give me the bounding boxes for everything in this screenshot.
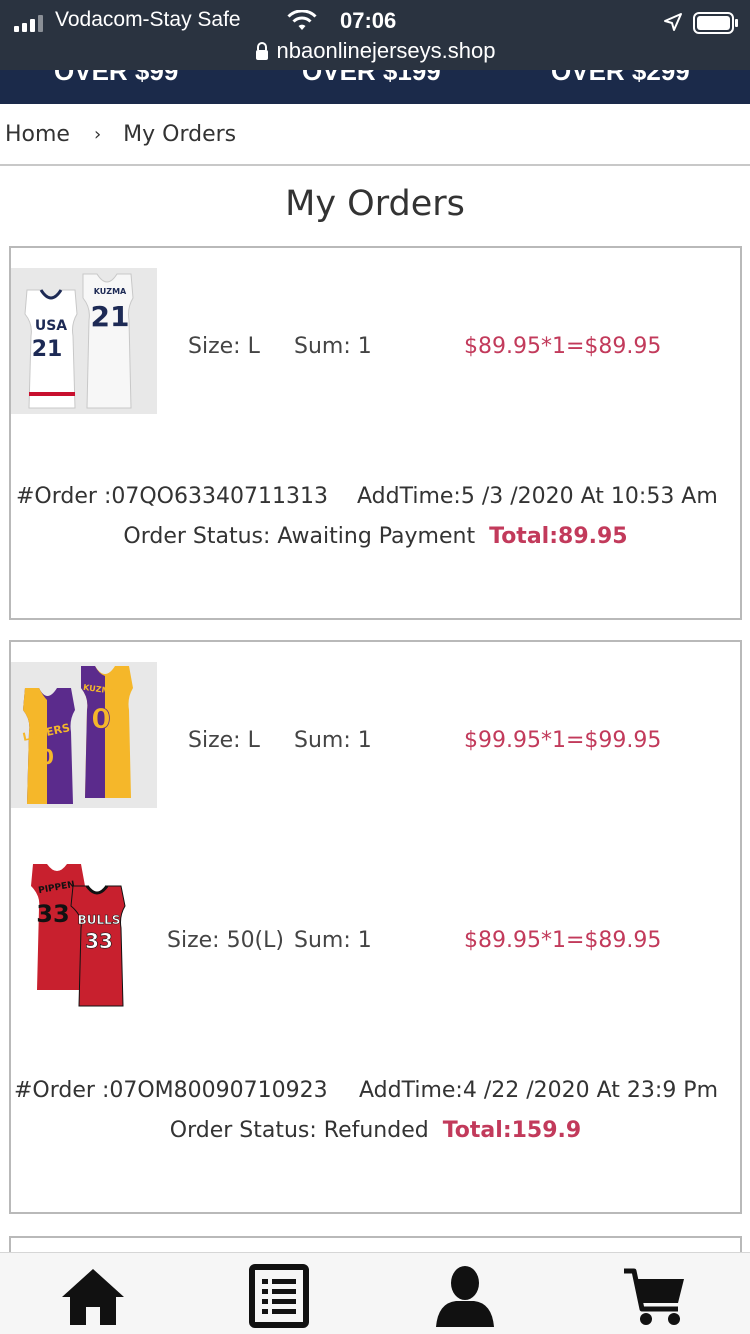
svg-text:21: 21 [32, 337, 63, 362]
item-size: Size: L [188, 334, 260, 359]
breadcrumb-separator: › [93, 123, 102, 145]
svg-text:KUZMA: KUZMA [94, 287, 127, 296]
page-title: My Orders [285, 184, 465, 224]
orders-list-icon[interactable] [244, 1263, 314, 1329]
breadcrumb-current: My Orders [123, 121, 237, 147]
item-quantity: Sum: 1 [294, 334, 372, 359]
order-item: KUZMA 21 USA 21 Size: L Sum: 1 $89.95*1=… [11, 268, 740, 416]
product-image-bulls-jersey[interactable]: PIPPEN 33 BULLS 33 [11, 862, 157, 1008]
promo-item: OVER $299 [551, 70, 690, 86]
url-text: nbaonlinejerseys.shop [276, 38, 496, 63]
svg-text:USA: USA [35, 318, 67, 334]
order-number: #Order :07OM80090710923 [14, 1078, 328, 1103]
order-card: KUZMA 0 LAKERS 0 Size: L Sum: 1 $99.95*1… [9, 640, 742, 1214]
product-image-lakers-jersey[interactable]: KUZMA 0 LAKERS 0 [11, 662, 157, 808]
breadcrumb-home-link[interactable]: Home [5, 122, 70, 147]
order-status-line: Order Status: Awaiting Payment Total:89.9… [11, 524, 740, 549]
order-status: Order Status: Refunded [169, 1118, 429, 1143]
svg-text:BULLS: BULLS [78, 913, 121, 927]
location-arrow-icon [664, 13, 682, 31]
item-size: Size: 50(L) [167, 928, 284, 953]
account-icon[interactable] [430, 1263, 500, 1329]
order-status: Order Status: Awaiting Payment [123, 524, 476, 549]
item-quantity: Sum: 1 [294, 928, 372, 953]
svg-text:33: 33 [85, 929, 113, 953]
svg-text:0: 0 [91, 702, 110, 735]
clock: 07:06 [340, 8, 397, 33]
lock-icon [255, 42, 268, 60]
item-size: Size: L [188, 728, 260, 753]
cellular-signal-icon [14, 14, 43, 32]
item-price: $89.95*1=$89.95 [464, 928, 662, 953]
carrier-name: Vodacom-Stay Safe [55, 8, 241, 31]
breadcrumb: Home › My Orders [0, 104, 750, 166]
promo-item: OVER $99 [54, 70, 179, 86]
order-add-time: AddTime:5 /3 /2020 At 10:53 Am [357, 484, 718, 509]
order-item: KUZMA 0 LAKERS 0 Size: L Sum: 1 $99.95*1… [11, 662, 740, 810]
svg-text:33: 33 [36, 900, 69, 928]
browser-status-bar: Vodacom-Stay Safe 07:06 nbaonlinejerseys… [0, 0, 750, 104]
cart-icon[interactable] [620, 1263, 690, 1329]
order-add-time: AddTime:4 /22 /2020 At 23:9 Pm [359, 1078, 719, 1103]
order-total: Total:159.9 [442, 1118, 582, 1143]
address-bar[interactable]: nbaonlinejerseys.shop [255, 38, 496, 64]
item-price: $99.95*1=$99.95 [464, 728, 662, 753]
order-number: #Order :07QO63340711313 [16, 484, 328, 509]
order-total: Total:89.95 [489, 524, 628, 549]
bottom-tab-bar [0, 1252, 750, 1334]
product-image-usa-jersey[interactable]: KUZMA 21 USA 21 [11, 268, 157, 414]
promo-item: OVER $199 [302, 70, 441, 86]
svg-text:21: 21 [91, 300, 130, 333]
svg-text:0: 0 [40, 745, 54, 769]
battery-icon [693, 12, 738, 34]
wifi-icon [287, 10, 317, 30]
item-quantity: Sum: 1 [294, 728, 372, 753]
order-item: PIPPEN 33 BULLS 33 Size: 50(L) Sum: 1 $8… [11, 862, 740, 1010]
item-price: $89.95*1=$89.95 [464, 334, 662, 359]
order-card: KUZMA 21 USA 21 Size: L Sum: 1 $89.95*1=… [9, 246, 742, 620]
home-icon[interactable] [58, 1263, 128, 1329]
promo-banner: OVER $99 OVER $199 OVER $299 [0, 70, 750, 104]
order-status-line: Order Status: Refunded Total:159.9 [11, 1118, 740, 1143]
